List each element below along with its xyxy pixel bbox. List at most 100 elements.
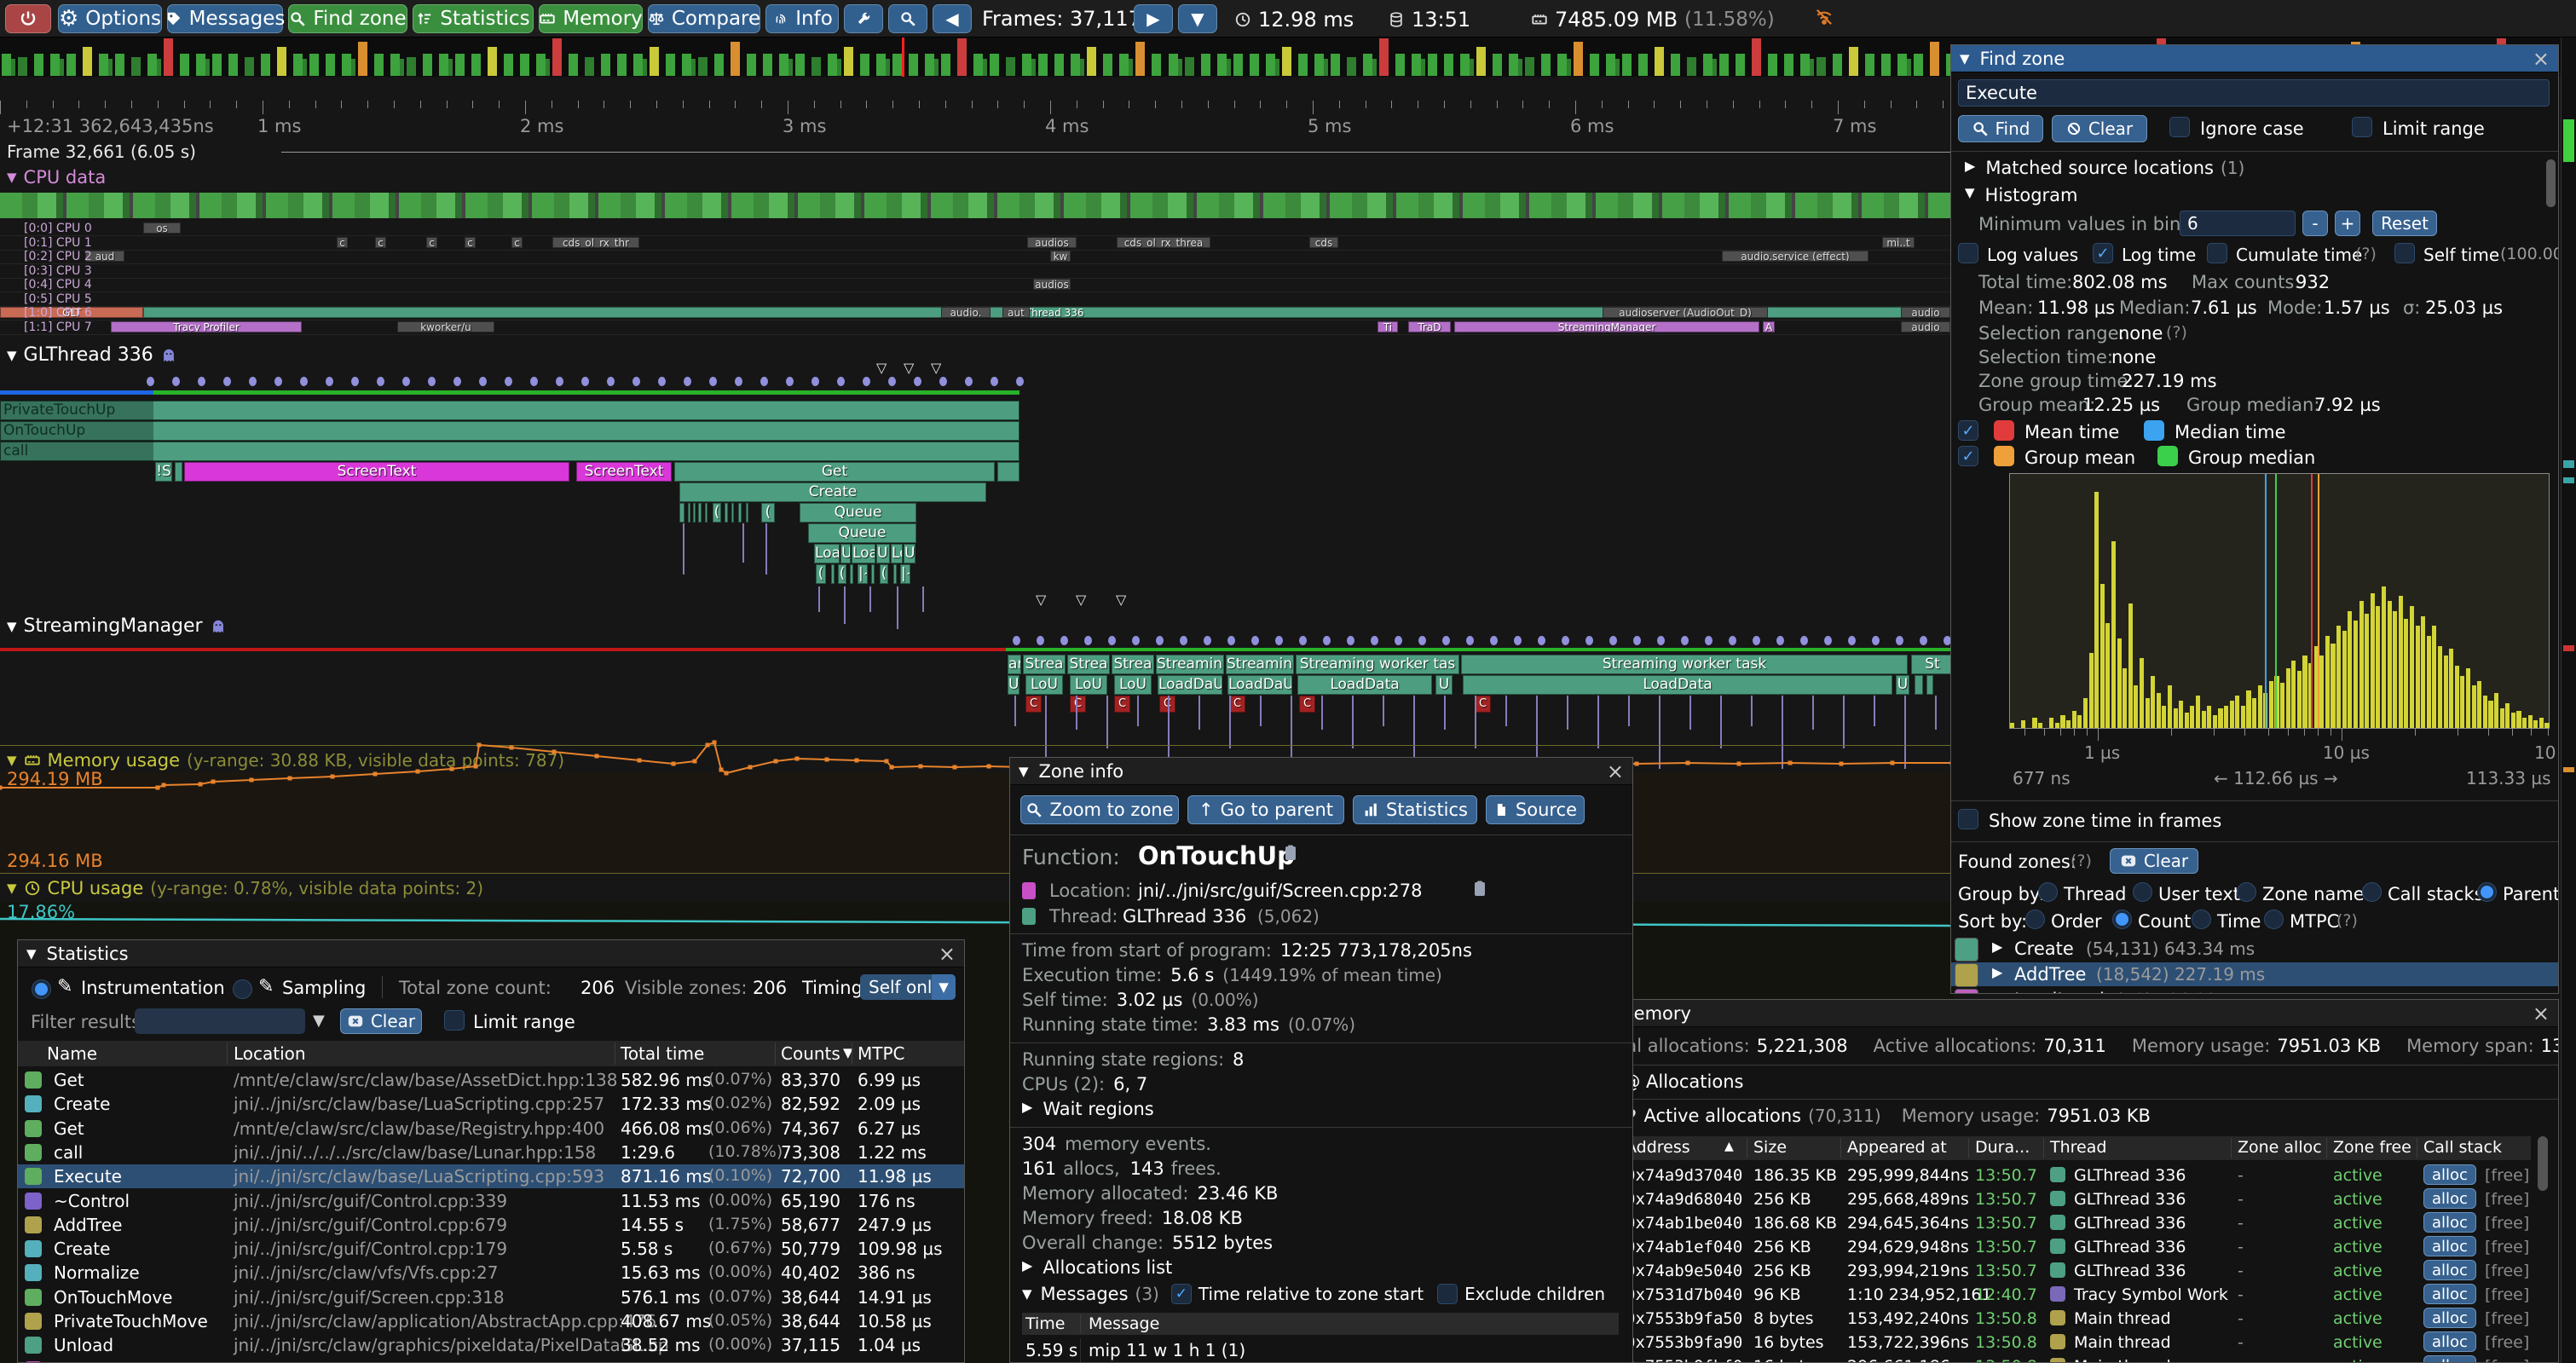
cpu-zone-trad[interactable]: TraD xyxy=(1408,321,1451,332)
table-row[interactable]: Createjni/../jni/src/guif/Control.cpp:17… xyxy=(18,1237,965,1261)
zone-info-zoom-to-zone-button[interactable]: Zoom to zone xyxy=(1020,795,1179,824)
cpu-zone-c[interactable]: c xyxy=(426,237,437,248)
cpu-zone-c[interactable]: c xyxy=(375,237,386,248)
zone-strea[interactable]: Strea xyxy=(1067,655,1110,674)
alloc-row[interactable]: 0x74ab9e5040256 KB293,994,219ns13:50.7GL… xyxy=(1624,1259,2531,1283)
zone-tiny[interactable] xyxy=(725,503,728,523)
sample-dot[interactable] xyxy=(274,377,282,386)
sample-dot[interactable] xyxy=(1657,636,1665,645)
glthread-header[interactable]: ▼GLThread 336 xyxy=(7,344,177,366)
sample-dot[interactable] xyxy=(1609,636,1617,645)
zone-st[interactable]: St xyxy=(1911,655,1954,674)
close-icon[interactable]: × xyxy=(2533,1002,2550,1025)
memory-panel-header[interactable]: ▼Memory× xyxy=(1590,1000,2558,1027)
sample-dot[interactable] xyxy=(1633,636,1641,645)
zone-u[interactable]: U xyxy=(840,544,851,563)
limit-range-checkbox[interactable] xyxy=(2352,117,2372,137)
zone-streaming-worker-task[interactable]: Streaming worker task xyxy=(1461,655,1908,674)
message-row[interactable]: 5.59 smip 11 w 1 h 1 (1) xyxy=(1022,1338,1619,1362)
sample-dot[interactable] xyxy=(556,377,563,386)
filter-funnel-icon[interactable]: ▼ xyxy=(313,1012,325,1030)
sample-dot[interactable] xyxy=(632,377,640,386)
statistics-button[interactable]: Statistics xyxy=(413,4,534,33)
table-row[interactable]: Get/mnt/e/claw/src/claw/base/Registry.hp… xyxy=(18,1117,965,1141)
zone-c[interactable]: C xyxy=(1299,696,1315,713)
table-row[interactable]: AddTreejni/../jni/src/guif/Control.cpp:6… xyxy=(18,1213,965,1237)
sample-dot[interactable] xyxy=(1156,636,1164,645)
collapse-button[interactable]: ▼ xyxy=(1178,4,1217,33)
alloc-callstack-button[interactable]: alloc xyxy=(2423,1188,2476,1209)
sample-dot[interactable] xyxy=(1538,636,1545,645)
zone-loa[interactable]: Loa xyxy=(852,544,875,563)
sort-by-count[interactable] xyxy=(2112,910,2132,929)
alloc-callstack-button[interactable]: alloc xyxy=(2423,1164,2476,1185)
zone-tiny[interactable] xyxy=(1915,675,1923,695)
find-zone-search-input[interactable]: Execute xyxy=(1958,79,2550,107)
sample-dot[interactable] xyxy=(607,377,615,386)
sample-dot[interactable] xyxy=(300,377,308,386)
sample-dot[interactable] xyxy=(1800,636,1808,645)
zone--[interactable]: ( xyxy=(713,503,721,523)
sample-dot[interactable] xyxy=(1872,636,1880,645)
zone-queue[interactable]: Queue xyxy=(800,503,916,523)
cpu-zone-c[interactable]: c xyxy=(511,237,523,248)
sample-dot[interactable] xyxy=(1347,636,1354,645)
find-zone-button[interactable]: Find zone xyxy=(288,4,407,33)
sample-dot[interactable] xyxy=(198,377,205,386)
sample-dot[interactable] xyxy=(377,377,384,386)
cpu-zone-audioserver-audioout-d-[interactable]: audioserver (AudioOut_D) xyxy=(1603,307,1768,318)
sample-dot[interactable] xyxy=(147,377,154,386)
clear-filter-button[interactable]: Clear xyxy=(340,1008,422,1034)
table-row[interactable]: Unloadjni/../jni/src/claw/graphics/pixel… xyxy=(18,1333,965,1357)
zone-streaming[interactable]: Streaming xyxy=(1156,655,1224,674)
cpu-zone-ti[interactable]: Ti xyxy=(1378,321,1398,332)
find-zone-histogram[interactable] xyxy=(2009,473,2550,729)
zone-info-line[interactable]: ▶Wait regions xyxy=(1022,1099,1154,1119)
zone-c[interactable]: C xyxy=(1070,696,1086,713)
zone-tiny[interactable] xyxy=(688,503,690,523)
alloc-row[interactable]: 0x7531d7b04096 KB1:10 234,952,16112:40.7… xyxy=(1624,1283,2531,1307)
time-relative-checkbox[interactable]: ✓ xyxy=(1171,1284,1192,1304)
sample-dot[interactable] xyxy=(1729,636,1736,645)
zone-screentext[interactable]: ScreenText xyxy=(576,462,672,482)
messages-header-row[interactable]: ▼Messages(3)✓Time relative to zone start… xyxy=(1022,1284,1605,1304)
group-by-parent[interactable] xyxy=(2477,882,2497,902)
cpu-zone-cds-ol-rx-threa[interactable]: cds_ol_rx_threa xyxy=(1117,237,1210,248)
sample-dot[interactable] xyxy=(786,377,794,386)
zone-c[interactable]: C xyxy=(1025,696,1042,713)
active-allocations-toggle[interactable]: ▼♥Active allocations(70,311)Memory usage… xyxy=(1603,1106,2151,1126)
prev-frame-button[interactable]: ◀ xyxy=(933,4,972,33)
sample-dot[interactable] xyxy=(1442,636,1450,645)
alloc-row[interactable]: 0x74a9d68040256 KB295,668,489ns13:50.7GL… xyxy=(1624,1187,2531,1211)
cpu-data-header[interactable]: ▼CPU data xyxy=(7,167,106,188)
cumulate-time-checkbox[interactable] xyxy=(2207,243,2227,263)
zone-lo[interactable]: Lo xyxy=(891,544,903,563)
alloc-callstack-button[interactable]: alloc xyxy=(2423,1236,2476,1256)
alloc-row[interactable]: 0x7553b9fa508 bytes153,492,240ns13:50.8M… xyxy=(1624,1307,2531,1331)
sample-dot[interactable] xyxy=(1585,636,1593,645)
sample-dot[interactable] xyxy=(914,377,921,386)
decrease-button[interactable]: - xyxy=(2302,211,2328,236)
zone-tiny[interactable] xyxy=(831,564,835,584)
zone-tiny[interactable] xyxy=(698,503,702,523)
close-icon[interactable]: × xyxy=(1607,759,1624,783)
messages-button[interactable]: Messages xyxy=(167,4,283,33)
zone-strea[interactable]: Strea xyxy=(1112,655,1154,674)
zone-tiny[interactable] xyxy=(893,564,897,584)
zone-info-panel-header[interactable]: ▼Zone info× xyxy=(1010,758,1632,785)
sample-dot[interactable] xyxy=(1037,636,1044,645)
sample-dot[interactable] xyxy=(1275,636,1283,645)
zone-lou[interactable]: LoU xyxy=(1114,675,1152,695)
filter-input[interactable] xyxy=(135,1008,305,1034)
alloc-callstack-button[interactable]: alloc xyxy=(2423,1355,2476,1363)
sample-dot[interactable] xyxy=(223,377,231,386)
zone-c[interactable]: C xyxy=(1114,696,1130,713)
zone-loaddata[interactable]: LoadData xyxy=(1463,675,1892,695)
sample-dot[interactable] xyxy=(658,377,666,386)
cpu-zone-tracy-profiler[interactable]: Tracy Profiler xyxy=(111,321,302,332)
sample-dot[interactable] xyxy=(530,377,538,386)
zone-an[interactable]: an xyxy=(1008,655,1021,674)
sample-dot[interactable] xyxy=(453,377,461,386)
group-by-user-text[interactable] xyxy=(2133,882,2152,902)
cpu-zone-os[interactable]: os xyxy=(143,222,181,234)
